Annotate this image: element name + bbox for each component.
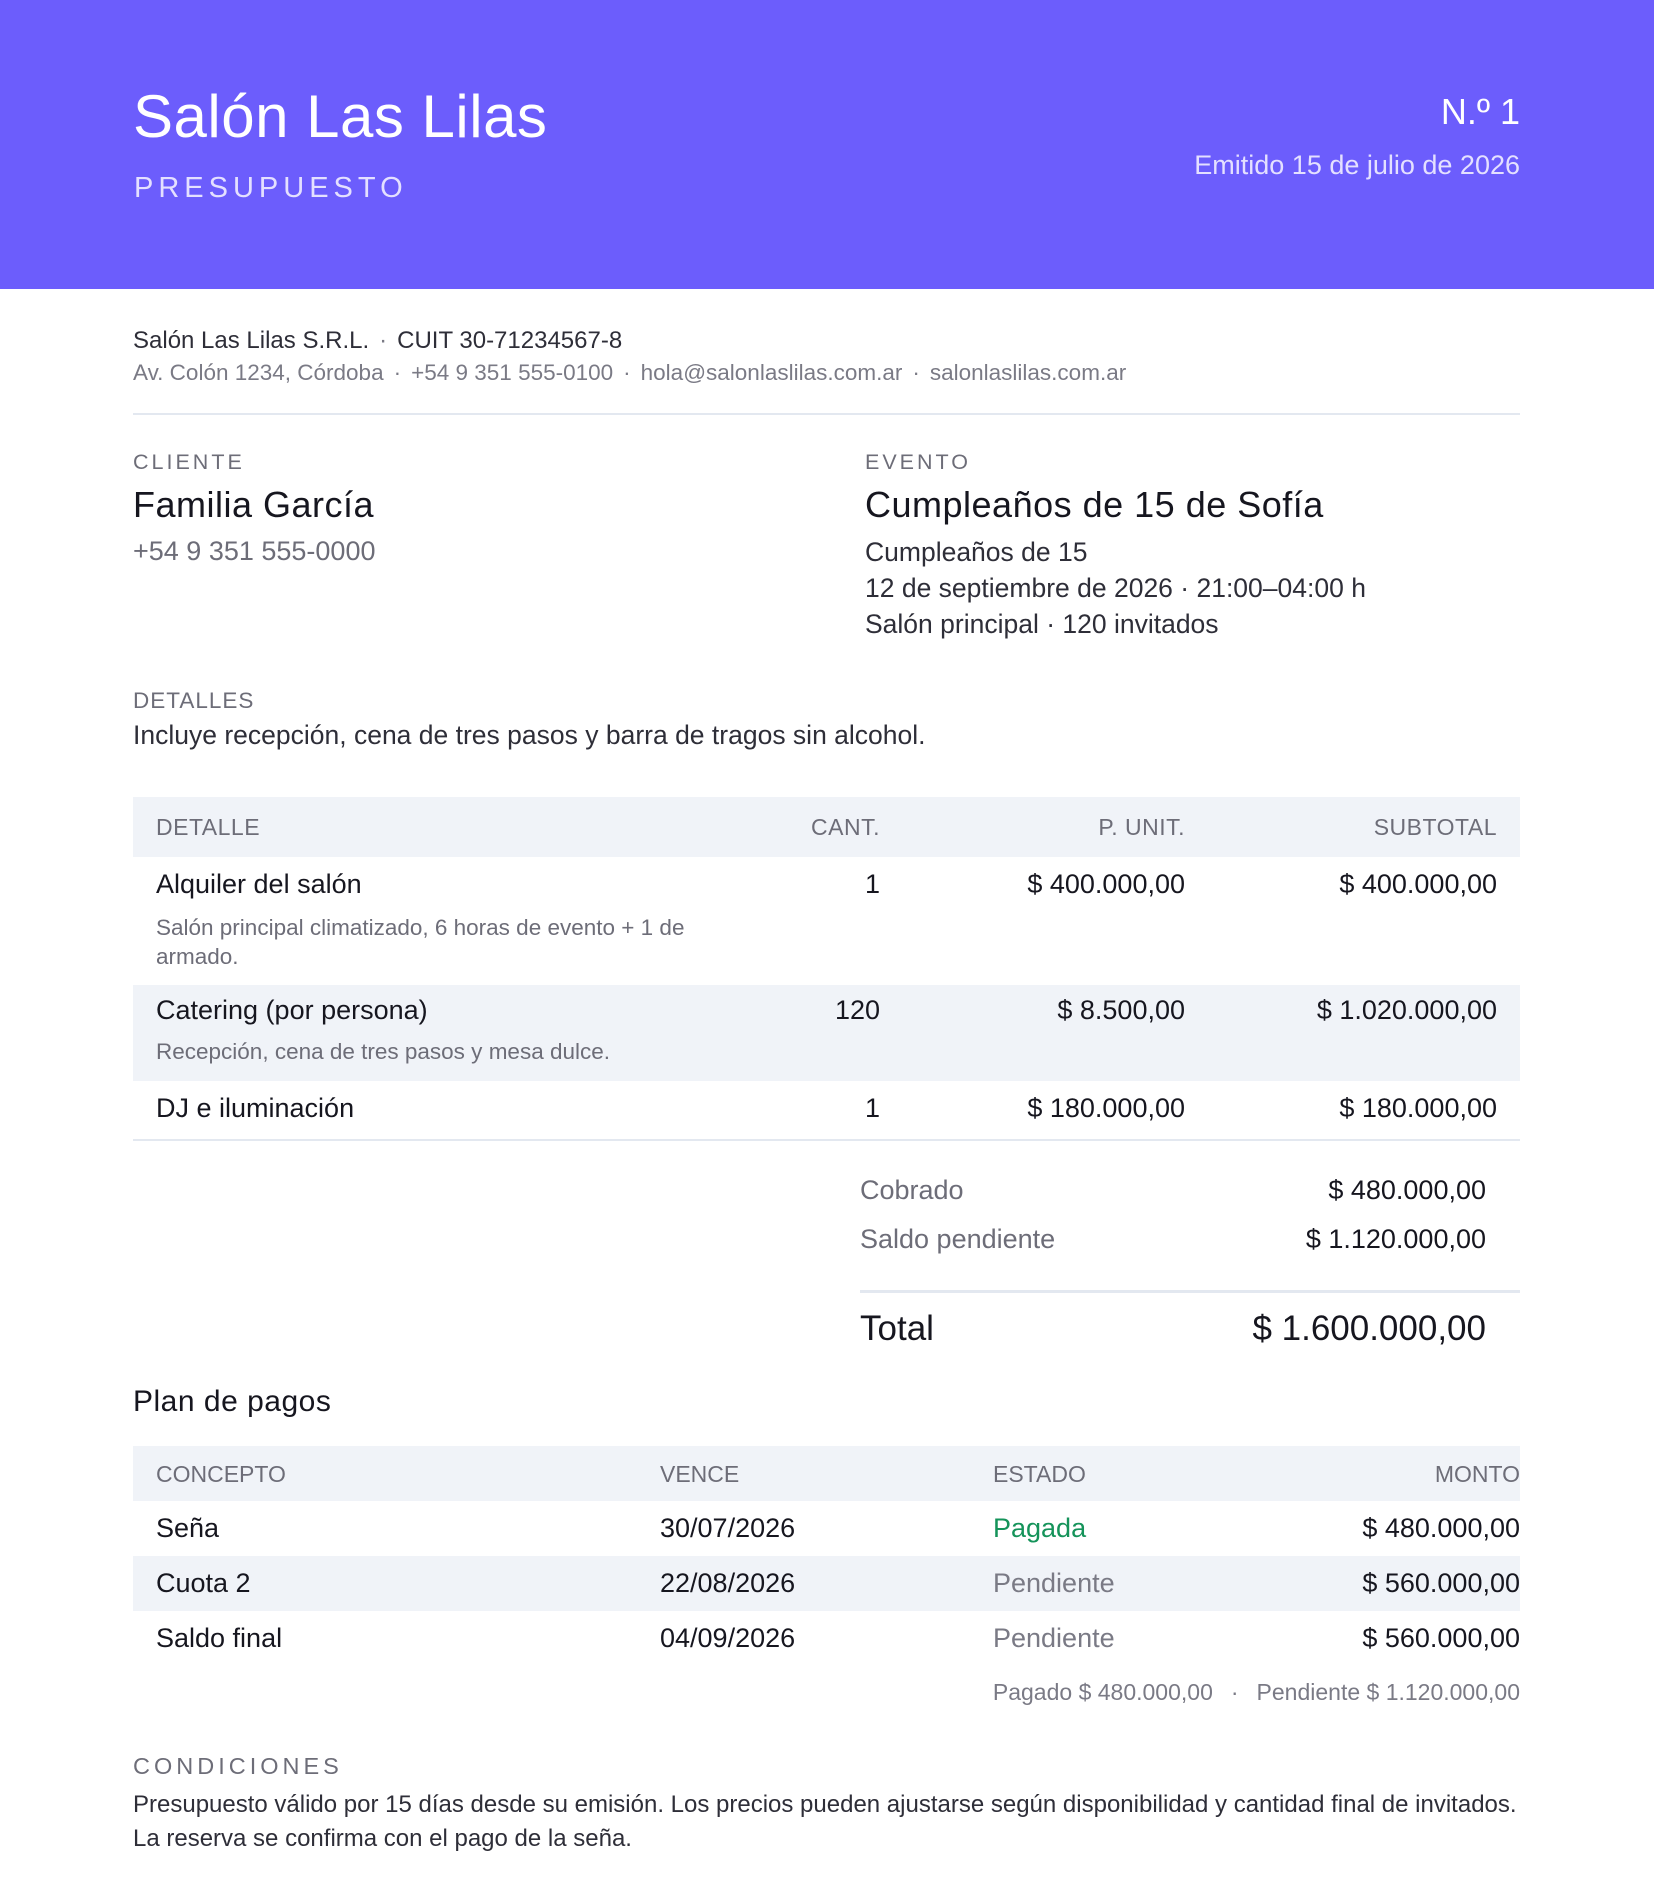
- event-type: Cumpleaños de 15: [865, 537, 1088, 567]
- table-row: Saldo final 04/09/2026 Pendiente $ 560.0…: [133, 1611, 1520, 1666]
- client-name: Familia García: [133, 484, 375, 525]
- payment-due-date: 30/07/2026: [660, 1513, 796, 1543]
- item-name: DJ e iluminación: [156, 1093, 355, 1123]
- company-website[interactable]: salonlaslilas.com.ar: [930, 360, 1126, 385]
- pending-value: $ 1.120.000,00: [1305, 1224, 1486, 1254]
- totals-section: Cobrado $ 480.000,00 Saldo pendiente $ 1…: [860, 1160, 1520, 1359]
- company-email[interactable]: hola@salonlaslilas.com.ar: [641, 360, 903, 385]
- item-qty: 120: [834, 995, 880, 1025]
- pending-label: Saldo pendiente: [860, 1224, 1056, 1254]
- payment-concept: Seña: [156, 1513, 220, 1543]
- details-label: DETALLES: [133, 688, 255, 713]
- company-legal-name: Salón Las Lilas S.R.L.: [133, 327, 370, 354]
- item-name: Alquiler del salón: [156, 869, 362, 899]
- collected-row: Cobrado $ 480.000,00: [860, 1160, 1520, 1210]
- document-number: N.º 1: [1440, 91, 1520, 132]
- item-subtotal: $ 1.020.000,00: [1316, 995, 1497, 1025]
- payment-amount: $ 480.000,00: [1362, 1513, 1520, 1543]
- item-name: Catering (por persona): [156, 995, 428, 1025]
- company-phone: +54 9 351 555-0100: [411, 360, 614, 385]
- col-detail-header: DETALLE: [156, 814, 261, 840]
- item-description: Salón principal climatizado, 6 horas de …: [156, 915, 685, 969]
- total-value: $ 1.600.000,00: [1252, 1309, 1486, 1348]
- col-status-header: ESTADO: [993, 1461, 1086, 1487]
- event-title: Cumpleaños de 15 de Sofía: [865, 484, 1324, 525]
- item-description: Recepción, cena de tres pasos y mesa dul…: [156, 1039, 610, 1064]
- col-concept-header: CONCEPTO: [156, 1461, 286, 1487]
- collected-value: $ 480.000,00: [1328, 1175, 1486, 1205]
- payment-status: Pendiente: [993, 1568, 1115, 1598]
- table-row: Alquiler del salón 1 $ 400.000,00 $ 400.…: [133, 857, 1520, 985]
- item-unit-price: $ 8.500,00: [1057, 995, 1185, 1025]
- payment-due-date: 22/08/2026: [660, 1568, 796, 1598]
- item-subtotal: $ 400.000,00: [1339, 869, 1497, 899]
- conditions-label: CONDICIONES: [133, 1753, 343, 1779]
- payment-status: Pendiente: [993, 1623, 1115, 1653]
- total-label: Total: [860, 1309, 934, 1348]
- divider: [133, 1139, 1520, 1141]
- company-tax-id: CUIT 30-71234567-8: [397, 327, 623, 354]
- payment-summary: Pagado $ 480.000,00 · Pendiente $ 1.120.00…: [993, 1679, 1520, 1706]
- issue-date: Emitido 15 de julio de 2026: [1194, 150, 1520, 180]
- collected-label: Cobrado: [860, 1175, 964, 1205]
- separator-dot: ·: [379, 327, 388, 354]
- payment-plan-title: Plan de pagos: [133, 1385, 332, 1418]
- separator-dot: ·: [912, 360, 920, 385]
- table-row: Cuota 2 22/08/2026 Pendiente $ 560.000,0…: [133, 1556, 1520, 1611]
- summary-pending: Pendiente $ 1.120.000,00: [1256, 1679, 1520, 1705]
- table-row: Catering (por persona) 120 $ 8.500,00 $ …: [133, 985, 1520, 1081]
- payment-due-date: 04/09/2026: [660, 1623, 796, 1653]
- separator-dot: ·: [623, 360, 631, 385]
- col-amount-header: MONTO: [1434, 1461, 1520, 1487]
- payment-status: Pagada: [993, 1513, 1087, 1543]
- event-label: EVENTO: [865, 450, 972, 474]
- event-section: EVENTO Cumpleaños de 15 de Sofía Cumplea…: [865, 450, 1520, 642]
- brand-name: Salón Las Lilas: [133, 83, 548, 150]
- event-datetime: 12 de septiembre de 2026 · 21:00–04:00 h: [865, 573, 1366, 603]
- payment-amount: $ 560.000,00: [1362, 1623, 1520, 1653]
- payment-concept: Saldo final: [156, 1623, 283, 1653]
- document-type: PRESUPUESTO: [134, 172, 408, 204]
- col-subtotal-header: SUBTOTAL: [1373, 814, 1497, 840]
- items-table-header: DETALLE CANT. P. UNIT. SUBTOTAL: [133, 797, 1520, 857]
- items-table: DETALLE CANT. P. UNIT. SUBTOTAL Alquiler…: [133, 797, 1520, 1141]
- details-text: Incluye recepción, cena de tres pasos y …: [133, 720, 926, 750]
- divider: [860, 1290, 1520, 1293]
- client-section: CLIENTE Familia García +54 9 351 555-000…: [133, 450, 833, 567]
- client-label: CLIENTE: [133, 450, 245, 474]
- pending-row: Saldo pendiente $ 1.120.000,00: [860, 1210, 1520, 1260]
- header-banner: Salón Las Lilas PRESUPUESTO N.º 1 Emitid…: [0, 0, 1654, 289]
- col-due-header: VENCE: [660, 1461, 740, 1487]
- table-row: Seña 30/07/2026 Pagada $ 480.000,00: [133, 1501, 1520, 1556]
- summary-paid: Pagado $ 480.000,00: [992, 1679, 1213, 1705]
- event-venue: Salón principal · 120 invitados: [865, 609, 1219, 639]
- item-qty: 1: [864, 869, 880, 899]
- separator-dot: ·: [1230, 1679, 1239, 1705]
- item-unit-price: $ 400.000,00: [1027, 869, 1185, 899]
- company-contact: Av. Colón 1234, Córdoba · +54 9 351 555-01…: [133, 360, 1126, 386]
- conditions-text: Presupuesto válido por 15 días desde su …: [133, 1791, 1517, 1852]
- item-qty: 1: [864, 1093, 880, 1123]
- payment-plan-table: CONCEPTO VENCE ESTADO MONTO Seña 30/07/2…: [133, 1446, 1520, 1666]
- client-phone: +54 9 351 555-0000: [133, 536, 376, 566]
- separator-dot: ·: [393, 360, 402, 385]
- item-subtotal: $ 180.000,00: [1339, 1093, 1497, 1123]
- company-address: Av. Colón 1234, Córdoba: [133, 360, 384, 385]
- divider: [133, 413, 1520, 415]
- payment-concept: Cuota 2: [156, 1568, 251, 1598]
- company-identity: Salón Las Lilas S.R.L. · CUIT 30-71234567-…: [133, 327, 622, 355]
- payment-amount: $ 560.000,00: [1362, 1568, 1520, 1598]
- col-qty-header: CANT.: [811, 814, 880, 840]
- item-unit-price: $ 180.000,00: [1027, 1093, 1185, 1123]
- grand-total-row: Total $ 1.600.000,00: [860, 1309, 1520, 1359]
- table-row: DJ e iluminación 1 $ 180.000,00 $ 180.00…: [133, 1081, 1520, 1139]
- col-unit-header: P. UNIT.: [1098, 814, 1185, 840]
- payment-plan-header: CONCEPTO VENCE ESTADO MONTO: [133, 1446, 1520, 1501]
